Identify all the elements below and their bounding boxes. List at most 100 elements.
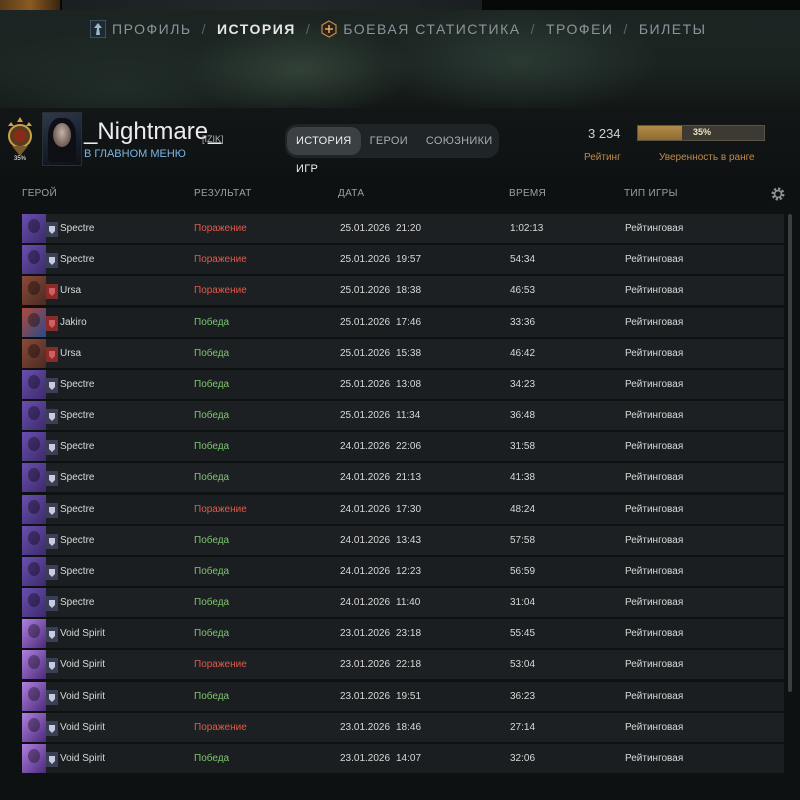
header-hero[interactable]: ГЕРОЙ (22, 188, 57, 199)
scrollbar[interactable] (788, 214, 792, 692)
header-result[interactable]: РЕЗУЛЬТАТ (194, 188, 252, 199)
cell-date: 24.01.2026 (340, 472, 391, 484)
rating-label: Рейтинг (584, 152, 621, 163)
cell-time: 22:06 (396, 441, 422, 453)
profile-icon (90, 20, 106, 38)
cell-hero: Spectre (60, 410, 95, 422)
cell-date: 24.01.2026 (340, 565, 391, 577)
hero-portrait-icon (22, 245, 46, 275)
cell-time: 21:13 (396, 472, 422, 484)
top-art-2 (62, 0, 482, 10)
cell-date: 25.01.2026 (340, 347, 391, 359)
tab-match-history[interactable]: ИСТОРИЯ ИГР (287, 127, 361, 175)
cell-date: 23.01.2026 (340, 628, 391, 640)
cell-game-type: Рейтинговая (625, 316, 684, 328)
nav-separator: / (305, 21, 312, 37)
nav-item-history[interactable]: ИСТОРИЯ (217, 21, 296, 37)
cell-duration: 34:23 (510, 378, 536, 390)
hero-portrait-icon (22, 743, 46, 773)
hero-portrait-icon (22, 712, 46, 742)
rank-confidence-fill (638, 126, 683, 140)
nav-item-trophies[interactable]: ТРОФЕИ (546, 21, 614, 37)
cell-game-type: Рейтинговая (625, 254, 684, 266)
cell-result: Победа (194, 410, 230, 422)
table-row[interactable]: Jakiro Победа 25.01.2026 17:46 33:36 Рей… (22, 307, 784, 337)
cell-time: 17:46 (396, 316, 422, 328)
cell-duration: 46:53 (510, 285, 536, 297)
cell-game-type: Рейтинговая (625, 565, 684, 577)
table-row[interactable]: Spectre Поражение 25.01.2026 21:20 1:02:… (22, 214, 784, 243)
table-row[interactable]: Void Spirit Победа 23.01.2026 23:18 55:4… (22, 619, 784, 649)
header-game-type[interactable]: ТИП ИГРЫ (624, 188, 678, 199)
cell-time: 12:23 (396, 565, 422, 577)
tab-heroes[interactable]: ГЕРОИ (361, 127, 417, 155)
hero-portrait-icon (22, 494, 46, 524)
nav-separator: / (201, 21, 207, 37)
profile-nav: ПРОФИЛЬ / ИСТОРИЯ / БОЕВАЯ СТАТИСТИКА / … (90, 14, 707, 44)
role-badge-icon (46, 596, 58, 612)
cell-date: 24.01.2026 (340, 441, 391, 453)
cell-time: 23:18 (396, 628, 422, 640)
cell-hero: Spectre (60, 472, 95, 484)
table-row[interactable]: Void Spirit Победа 23.01.2026 19:51 36:2… (22, 681, 784, 711)
table-row[interactable]: Ursa Победа 25.01.2026 15:38 46:42 Рейти… (22, 338, 784, 368)
cell-result: Поражение (194, 503, 247, 515)
hero-portrait-icon (22, 650, 46, 680)
cell-result: Поражение (194, 285, 247, 297)
cell-date: 25.01.2026 (340, 223, 391, 234)
tab-allies[interactable]: СОЮЗНИКИ (417, 127, 502, 155)
rank-medal-icon[interactable]: 35% (4, 116, 36, 162)
cell-game-type: Рейтинговая (625, 223, 684, 234)
top-strip (0, 0, 800, 10)
table-row[interactable]: Void Spirit Победа 23.01.2026 14:07 32:0… (22, 743, 784, 773)
hero-portrait-icon (22, 619, 46, 649)
hero-portrait-icon (22, 369, 46, 399)
cell-game-type: Рейтинговая (625, 534, 684, 546)
rank-confidence-value: 35% (693, 127, 712, 137)
cell-game-type: Рейтинговая (625, 347, 684, 359)
hero-portrait-icon (22, 588, 46, 618)
cell-result: Победа (194, 347, 230, 359)
cell-time: 19:57 (396, 254, 422, 266)
rank-confidence-label: Уверенность в ранге (659, 152, 755, 163)
cell-date: 25.01.2026 (340, 316, 391, 328)
top-art (0, 0, 60, 10)
table-row[interactable]: Spectre Победа 24.01.2026 12:23 56:59 Ре… (22, 556, 784, 586)
medal-percent: 35% (14, 156, 27, 162)
cell-time: 18:46 (396, 721, 422, 733)
nav-separator: / (623, 21, 629, 37)
cell-duration: 54:34 (510, 254, 536, 266)
role-badge-icon (46, 471, 58, 487)
gear-icon[interactable] (770, 186, 786, 202)
cell-time: 19:51 (396, 690, 422, 702)
table-row[interactable]: Spectre Победа 24.01.2026 11:40 31:04 Ре… (22, 588, 784, 618)
role-badge-icon (46, 222, 58, 237)
header-date[interactable]: ДАТА (338, 188, 364, 199)
table-row[interactable]: Spectre Победа 25.01.2026 11:34 36:48 Ре… (22, 401, 784, 431)
cell-result: Победа (194, 597, 230, 609)
cell-duration: 33:36 (510, 316, 536, 328)
cell-hero: Void Spirit (60, 628, 106, 640)
avatar[interactable] (42, 112, 82, 166)
cell-result: Победа (194, 378, 230, 390)
table-header: ГЕРОЙ РЕЗУЛЬТАТ ДАТА ВРЕМЯ ТИП ИГРЫ (0, 188, 800, 204)
hero-portrait-icon (22, 401, 46, 431)
table-row[interactable]: Spectre Поражение 24.01.2026 17:30 48:24… (22, 494, 784, 524)
table-row[interactable]: Void Spirit Поражение 23.01.2026 22:18 5… (22, 650, 784, 680)
cell-duration: 46:42 (510, 347, 536, 359)
table-row[interactable]: Spectre Победа 24.01.2026 22:06 31:58 Ре… (22, 432, 784, 462)
nav-item-battle-stats[interactable]: БОЕВАЯ СТАТИСТИКА (321, 20, 520, 38)
cell-time: 13:43 (396, 534, 422, 546)
table-row[interactable]: Spectre Победа 24.01.2026 13:43 57:58 Ре… (22, 525, 784, 555)
table-row[interactable]: Ursa Поражение 25.01.2026 18:38 46:53 Ре… (22, 276, 784, 306)
table-row[interactable]: Void Spirit Поражение 23.01.2026 18:46 2… (22, 712, 784, 742)
nav-item-profile[interactable]: ПРОФИЛЬ (90, 20, 192, 38)
table-row[interactable]: Spectre Победа 25.01.2026 13:08 34:23 Ре… (22, 369, 784, 399)
nav-item-tickets[interactable]: БИЛЕТЫ (639, 21, 707, 37)
cell-duration: 55:45 (510, 628, 536, 640)
player-status: В ГЛАВНОМ МЕНЮ (84, 148, 186, 160)
cell-game-type: Рейтинговая (625, 597, 684, 609)
table-row[interactable]: Spectre Поражение 25.01.2026 19:57 54:34… (22, 245, 784, 275)
table-row[interactable]: Spectre Победа 24.01.2026 21:13 41:38 Ре… (22, 463, 784, 493)
header-duration[interactable]: ВРЕМЯ (509, 188, 546, 199)
